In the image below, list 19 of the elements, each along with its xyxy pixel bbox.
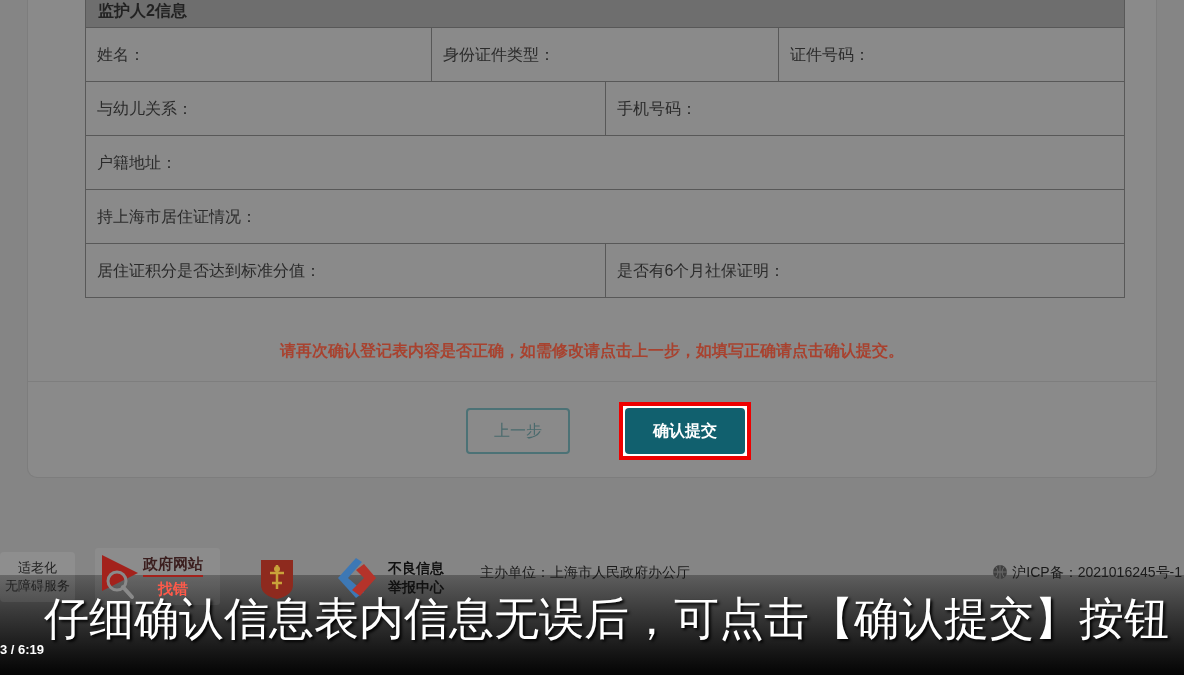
notice-text: 请再次确认登记表内容是否正确，如需修改请点击上一步，如填写正确请点击确认提交。: [278, 341, 905, 361]
table-cell: 姓名：: [86, 28, 433, 82]
video-time[interactable]: 3 / 6:19: [0, 641, 45, 659]
table-cell: 证件号码：: [778, 28, 1125, 82]
logo-text: 不良信息: [388, 559, 444, 578]
table-cell: 持上海市居住证情况：: [86, 190, 1125, 244]
icp-text: 沪ICP备：2021016245号-1: [1012, 564, 1183, 580]
table-cell: 与幼儿关系：: [86, 82, 606, 136]
table-cell: 身份证件类型：: [432, 28, 779, 82]
logo-text: 举报中心: [388, 578, 444, 597]
badge-label: 无障碍服务: [5, 578, 70, 594]
table-cell: 户籍地址：: [86, 136, 1125, 190]
badge-label: 适老化: [18, 560, 57, 576]
submit-button[interactable]: 确认提交: [625, 408, 745, 454]
table-cell: 居住证积分是否达到标准分值：: [86, 244, 606, 298]
table-cell: 是否有6个月社保证明：: [605, 244, 1125, 298]
section-title: 监护人2信息: [98, 2, 187, 20]
sponsor-text: 主办单位：上海市人民政府办公厅: [480, 564, 690, 580]
table-cell: 手机号码：: [605, 82, 1125, 136]
